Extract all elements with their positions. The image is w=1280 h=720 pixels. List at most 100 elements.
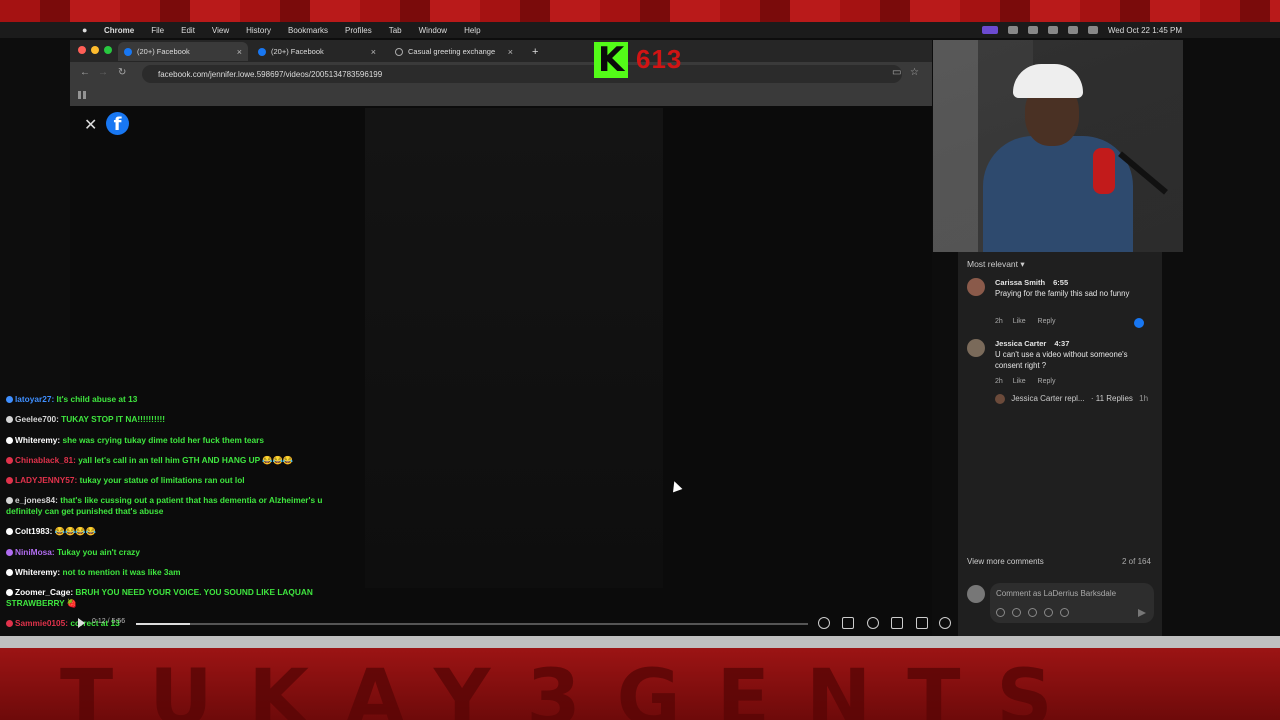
chat-username[interactable]: e_jones84 xyxy=(15,495,55,505)
play-icon[interactable] xyxy=(78,618,85,628)
extension-icon[interactable] xyxy=(1007,26,1018,34)
comment-item: Carissa Smith 6:55 Praying for the famil… xyxy=(967,278,1157,334)
chat-message: Colt1983: 😂😂😂😂 xyxy=(6,526,336,537)
video-frame[interactable] xyxy=(365,108,663,588)
chat-text: yall let's call in an tell him GTH AND H… xyxy=(78,454,294,465)
view-replies-link[interactable]: Jessica Carter repl... · 11 Replies 1h xyxy=(995,394,1148,404)
comments-panel: Most relevant ▾ Carissa Smith 6:55 Prayi… xyxy=(958,252,1162,636)
reload-icon[interactable]: ↻ xyxy=(118,67,126,78)
microphone-icon xyxy=(1093,148,1115,194)
menu-help[interactable]: Help xyxy=(464,26,480,35)
menu-history[interactable]: History xyxy=(246,26,271,35)
fullscreen-icon[interactable] xyxy=(916,617,928,629)
miniplayer-icon[interactable] xyxy=(891,617,903,629)
chat-message: latoyar27: It's child abuse at 13 xyxy=(6,394,336,405)
avatar-sticker-icon[interactable] xyxy=(1012,608,1021,617)
chat-badge-icon xyxy=(6,548,13,556)
composer-toolbar xyxy=(996,608,1069,617)
chat-username[interactable]: Zoomer_Cage xyxy=(15,587,70,597)
facebook-logo-icon[interactable]: f xyxy=(106,112,129,135)
url-text: facebook.com/jennifer.lowe.598697/videos… xyxy=(158,69,383,79)
reply-button[interactable]: Reply xyxy=(1038,318,1056,325)
menu-bookmarks[interactable]: Bookmarks xyxy=(288,26,328,35)
camera-icon[interactable] xyxy=(1044,608,1053,617)
avatar[interactable] xyxy=(967,339,985,357)
menu-window[interactable]: Window xyxy=(419,26,447,35)
chat-text: she was crying tukay dime told her fuck … xyxy=(62,434,265,445)
gif-icon[interactable] xyxy=(1060,608,1069,617)
chat-username[interactable]: Geelee700 xyxy=(15,414,56,424)
comment-age: 2h xyxy=(995,318,1003,325)
window-controls xyxy=(78,46,112,54)
avatar xyxy=(967,585,985,603)
menubar-datetime[interactable]: Wed Oct 22 1:45 PM xyxy=(1108,26,1182,35)
control-center-icon[interactable] xyxy=(1087,26,1098,34)
apps-grid-icon[interactable] xyxy=(78,91,86,99)
bookmark-star-icon[interactable]: ☆ xyxy=(910,67,919,78)
captions-icon[interactable] xyxy=(818,617,830,629)
menu-view[interactable]: View xyxy=(212,26,229,35)
like-button[interactable]: Like xyxy=(1013,318,1026,325)
zoom-window-button[interactable] xyxy=(104,46,112,54)
comment-author[interactable]: Jessica Carter 4:37 xyxy=(995,339,1069,348)
chat-username[interactable]: Chinablack_81 xyxy=(15,455,73,465)
author-name: Jessica Carter xyxy=(995,339,1047,348)
like-button[interactable]: Like xyxy=(1013,378,1026,385)
progress-fill xyxy=(136,623,190,625)
tab-strip: (20+) Facebook × (20+) Facebook × Casual… xyxy=(70,40,932,62)
tab-label: (20+) Facebook xyxy=(137,47,190,56)
chat-username[interactable]: Whiteremy xyxy=(15,567,57,577)
comment-author[interactable]: Carissa Smith 6:55 xyxy=(995,278,1068,287)
apple-icon[interactable]: ● xyxy=(82,25,94,35)
menu-profiles[interactable]: Profiles xyxy=(345,26,372,35)
minimize-window-button[interactable] xyxy=(91,46,99,54)
chat-username[interactable]: latoyar27 xyxy=(15,394,51,404)
back-arrow-icon[interactable]: ← xyxy=(80,67,90,78)
remix-icon[interactable] xyxy=(842,617,854,629)
menu-edit[interactable]: Edit xyxy=(181,26,195,35)
forward-arrow-icon[interactable]: → xyxy=(98,67,108,78)
sort-dropdown[interactable]: Most relevant ▾ xyxy=(967,259,1025,270)
progress-bar[interactable] xyxy=(136,623,808,625)
tab-facebook-1[interactable]: (20+) Facebook × xyxy=(118,42,248,61)
install-icon[interactable]: ▭ xyxy=(892,67,901,78)
search-icon[interactable] xyxy=(1067,26,1078,34)
volume-icon[interactable] xyxy=(939,617,951,629)
display-icon[interactable] xyxy=(1027,26,1038,34)
chat-username[interactable]: Sammie0105 xyxy=(15,618,65,628)
divider xyxy=(0,636,1280,648)
emoji-icon[interactable] xyxy=(1028,608,1037,617)
chat-text: 😂😂😂😂 xyxy=(54,526,96,537)
like-reaction-icon xyxy=(1134,318,1144,328)
chat-username[interactable]: LADYJENNY57 xyxy=(15,475,74,485)
webcam-overlay xyxy=(933,40,1183,252)
wifi-icon[interactable] xyxy=(1047,26,1058,34)
menu-file[interactable]: File xyxy=(151,26,164,35)
chat-badge-icon xyxy=(6,619,13,627)
view-more-comments-link[interactable]: View more comments xyxy=(967,557,1044,566)
banner-text: TUKAY3GENTS xyxy=(60,654,1089,720)
chat-username[interactable]: Colt1983 xyxy=(15,526,50,536)
screen-record-icon[interactable] xyxy=(981,26,998,34)
close-icon[interactable]: ✕ xyxy=(84,115,97,135)
reply-button[interactable]: Reply xyxy=(1038,378,1056,385)
close-tab-icon[interactable]: × xyxy=(371,47,376,57)
avatar[interactable] xyxy=(967,278,985,296)
chat-username[interactable]: Whiteremy xyxy=(15,435,57,445)
sticker-icon[interactable] xyxy=(996,608,1005,617)
close-window-button[interactable] xyxy=(78,46,86,54)
close-tab-icon[interactable]: × xyxy=(237,47,242,57)
close-tab-icon[interactable]: × xyxy=(508,47,513,57)
address-bar[interactable]: facebook.com/jennifer.lowe.598697/videos… xyxy=(142,65,902,83)
send-icon[interactable] xyxy=(1138,609,1146,617)
bottom-banner: TUKAY3GENTS xyxy=(0,648,1280,720)
settings-gear-icon[interactable] xyxy=(867,617,879,629)
comment-placeholder: Comment as LaDerrius Barksdale xyxy=(996,589,1117,598)
new-tab-button[interactable]: + xyxy=(526,42,542,61)
comment-input[interactable]: Comment as LaDerrius Barksdale xyxy=(990,583,1154,623)
chat-username[interactable]: NiniMosa xyxy=(15,547,52,557)
tab-facebook-2[interactable]: (20+) Facebook × xyxy=(252,42,382,61)
menu-app[interactable]: Chrome xyxy=(104,26,134,35)
tab-casual-greeting[interactable]: Casual greeting exchange × xyxy=(389,42,519,61)
menu-tab[interactable]: Tab xyxy=(389,26,402,35)
